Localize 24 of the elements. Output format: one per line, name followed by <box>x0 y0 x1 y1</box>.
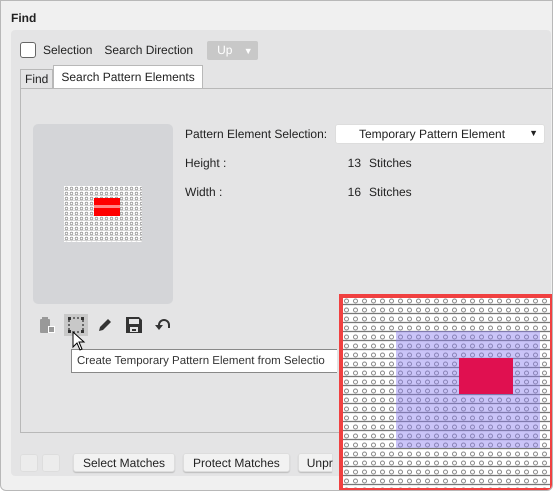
dimension-label: Height : <box>185 156 228 170</box>
action-button[interactable]: Protect Matches <box>183 453 290 472</box>
mouse-cursor-icon <box>72 331 86 351</box>
select-tool-button[interactable] <box>64 314 88 336</box>
tooltip: Create Temporary Pattern Element from Selectio <box>71 349 337 373</box>
direction-label: Search Direction <box>104 43 194 57</box>
tab[interactable]: Find <box>20 69 54 88</box>
clipboard-icon <box>38 316 56 334</box>
selection-label: Selection <box>43 43 92 57</box>
window-title: Find <box>11 10 38 27</box>
element-selection-label: Pattern Element Selection: <box>185 127 328 141</box>
dimension-value: 16 <box>346 185 361 199</box>
action-button[interactable]: Select Matches <box>73 453 176 472</box>
element-selection-dropdown[interactable]: Temporary Pattern Element ▼ <box>335 124 545 144</box>
dimension-label: Width : <box>185 185 224 199</box>
dimension-unit: Stitches <box>369 156 412 170</box>
dimension-value: 13 <box>346 156 361 170</box>
dimension-unit: Stitches <box>369 185 412 199</box>
selection-checkbox[interactable] <box>20 42 36 58</box>
save-icon <box>125 316 143 334</box>
action-button[interactable]: Unpr <box>298 453 332 472</box>
selection-icon <box>67 316 85 334</box>
pencil-icon <box>96 316 114 334</box>
tab[interactable]: Search Pattern Elements <box>53 65 203 88</box>
